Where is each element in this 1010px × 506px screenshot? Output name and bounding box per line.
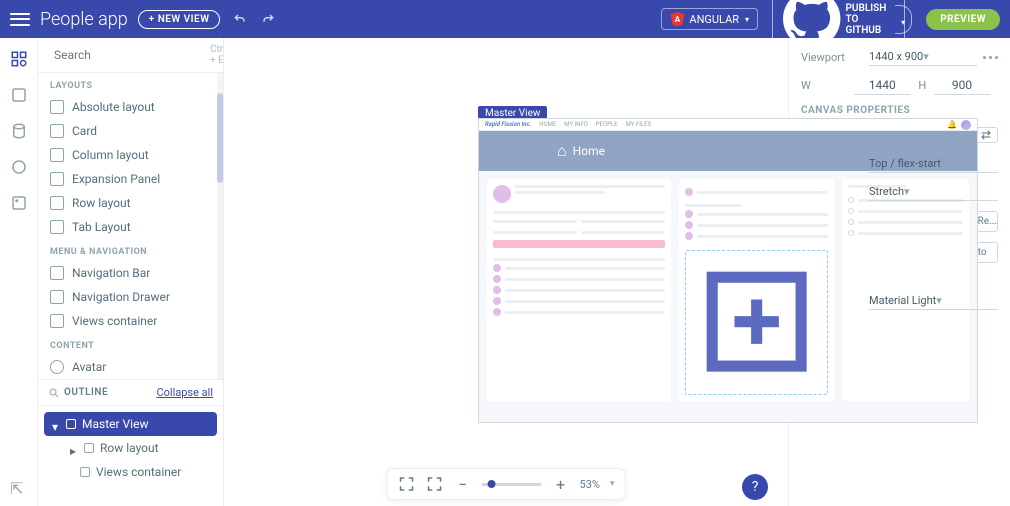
tool-rail xyxy=(0,38,38,506)
fit-icon[interactable] xyxy=(398,475,416,493)
canvas-props-header: CANVAS PROPERTIES xyxy=(801,105,998,116)
component-card[interactable]: Card xyxy=(38,119,217,143)
new-view-button[interactable]: + NEW VIEW xyxy=(138,10,221,29)
width-label: W xyxy=(801,79,854,92)
component-column-layout[interactable]: Column layout xyxy=(38,143,217,167)
nav-people[interactable]: PEOPLE xyxy=(596,121,618,128)
framework-selector[interactable]: A ANGULAR ▾ xyxy=(661,8,758,30)
component-row-layout[interactable]: Row layout xyxy=(38,191,217,215)
drop-zone[interactable] xyxy=(685,250,828,395)
height-input[interactable] xyxy=(934,76,990,95)
canvas[interactable]: Master View Rapid Fission Inc. HOME MY I… xyxy=(224,38,788,506)
angular-icon: A xyxy=(670,12,684,26)
tree-node-views-container[interactable]: Views container xyxy=(44,460,217,484)
more-icon[interactable] xyxy=(983,56,998,59)
width-input[interactable] xyxy=(854,76,910,95)
caret-down-icon: ▾ xyxy=(52,420,60,428)
halign-select[interactable]: Stretch▾ xyxy=(869,183,998,201)
redo-icon[interactable] xyxy=(260,11,276,27)
canvas-app-logo: Rapid Fission Inc. xyxy=(485,121,531,128)
help-button[interactable]: ? xyxy=(742,474,768,500)
height-label: H xyxy=(918,79,934,92)
component-absolute-layout[interactable]: Absolute layout xyxy=(38,95,217,119)
menu-icon[interactable] xyxy=(10,9,30,29)
zoom-in-button[interactable]: + xyxy=(552,475,570,493)
zoom-slider[interactable] xyxy=(482,483,542,486)
app-title: People app xyxy=(40,9,128,30)
publish-label: PUBLISH TO GITHUB xyxy=(846,3,895,36)
outline-title: OUTLINE xyxy=(64,387,108,398)
avatar[interactable] xyxy=(961,120,971,130)
component-expansion-panel[interactable]: Expansion Panel xyxy=(38,167,217,191)
home-icon: ⌂ xyxy=(557,141,567,161)
zoom-toolbar: − + 53% ▾ xyxy=(387,468,626,500)
caret-right-icon: ▸ xyxy=(70,444,78,452)
nav-myinfo[interactable]: MY INFO xyxy=(564,121,588,128)
nav-myfiles[interactable]: MY FILES xyxy=(626,121,651,128)
viewport-label: Viewport xyxy=(801,51,869,64)
zoom-out-button[interactable]: − xyxy=(454,475,472,493)
chevron-down-icon: ▾ xyxy=(745,15,749,24)
publish-dropdown[interactable]: ▾ xyxy=(895,5,912,34)
component-search-input[interactable] xyxy=(54,48,210,62)
data-rail-icon[interactable] xyxy=(10,122,28,140)
menu-nav-section-label: MENU & NAVIGATION xyxy=(38,239,217,261)
add-icon xyxy=(690,255,823,388)
components-scrollbar[interactable] xyxy=(217,73,223,379)
preview-button[interactable]: PREVIEW xyxy=(926,9,1000,30)
framework-label: ANGULAR xyxy=(689,13,739,26)
component-navigation-drawer[interactable]: Navigation Drawer xyxy=(38,285,217,309)
component-navigation-bar[interactable]: Navigation Bar xyxy=(38,261,217,285)
layouts-section-label: LAYOUTS xyxy=(38,73,217,95)
component-tab-layout[interactable]: Tab Layout xyxy=(38,215,217,239)
collapse-all-link[interactable]: Collapse all xyxy=(156,386,213,399)
theme-select[interactable]: Material Light▾ xyxy=(869,292,998,310)
viewport-select[interactable]: 1440 x 900▾ xyxy=(869,48,977,66)
assets-rail-icon[interactable] xyxy=(10,194,28,212)
zoom-value: 53% xyxy=(580,478,600,491)
component-views-container[interactable]: Views container xyxy=(38,309,217,333)
valign-select[interactable]: Top / flex-start▾ xyxy=(869,155,998,173)
components-panel: Ctrl + E LAYOUTS Absolute layout Card Co… xyxy=(38,38,224,506)
pages-rail-icon[interactable] xyxy=(10,86,28,104)
tree-node-row-layout[interactable]: ▸ Row layout xyxy=(44,436,217,460)
outline-icon xyxy=(48,387,60,399)
hero-title: Home xyxy=(573,144,605,158)
component-avatar[interactable]: Avatar xyxy=(38,355,217,379)
components-rail-icon[interactable] xyxy=(10,50,28,68)
tree-node-master-view[interactable]: ▾ Master View xyxy=(44,412,217,436)
chevron-down-icon[interactable]: ▾ xyxy=(610,479,615,489)
nav-home[interactable]: HOME xyxy=(539,121,556,128)
panel-toggle-icon[interactable]: ⇱ xyxy=(10,479,23,498)
expand-icon[interactable] xyxy=(426,475,444,493)
outline-tree: ▾ Master View ▸ Row layout Views contain… xyxy=(38,406,223,490)
top-bar: People app + NEW VIEW A ANGULAR ▾ PUBLIS… xyxy=(0,0,1010,38)
undo-icon[interactable] xyxy=(232,11,248,27)
content-section-label: CONTENT xyxy=(38,333,217,355)
theme-rail-icon[interactable] xyxy=(10,158,28,176)
